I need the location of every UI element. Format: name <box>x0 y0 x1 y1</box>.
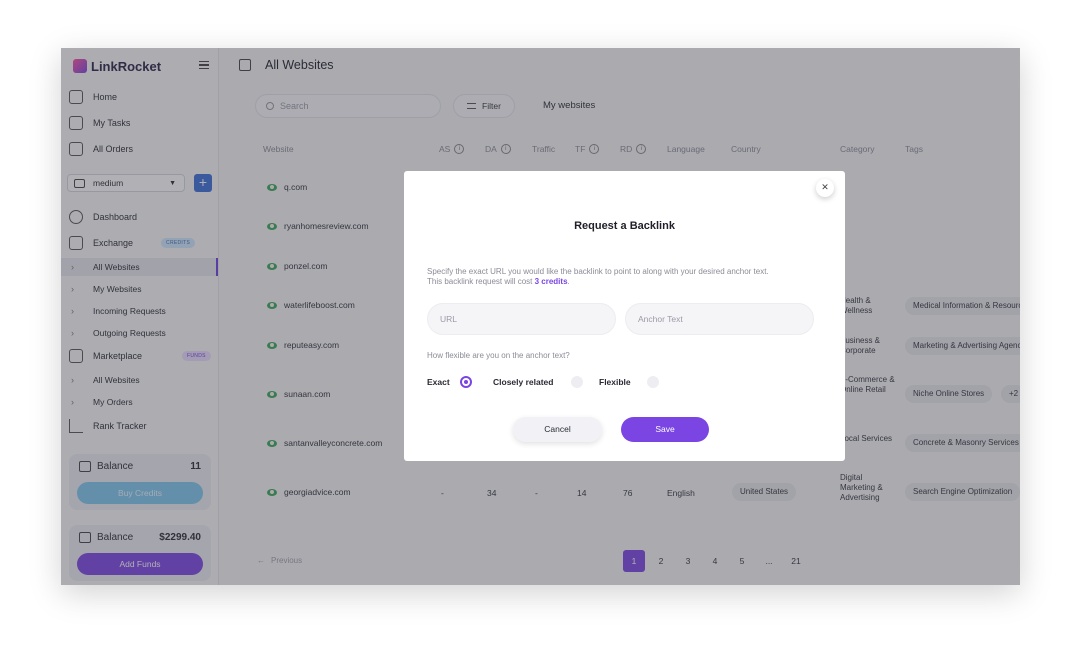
radio-flexible[interactable]: Flexible <box>599 376 659 388</box>
description-period: . <box>567 277 570 286</box>
close-icon[interactable]: ✕ <box>816 179 834 197</box>
modal-description: Specify the exact URL you would like the… <box>427 267 827 287</box>
flexibility-question: How flexible are you on the anchor text? <box>427 351 570 360</box>
description-line-1: Specify the exact URL you would like the… <box>427 267 769 276</box>
radio-button-selected[interactable] <box>459 376 472 388</box>
description-line-2: This backlink request will cost <box>427 277 533 286</box>
url-input[interactable] <box>427 303 616 335</box>
radio-exact[interactable]: Exact <box>427 376 472 388</box>
radio-label: Closely related <box>493 377 554 387</box>
radio-label: Flexible <box>599 377 631 387</box>
radio-button[interactable] <box>571 376 584 388</box>
cancel-button[interactable]: Cancel <box>513 417 602 442</box>
app-window: LinkRocket Home My Tasks All Orders medi… <box>61 48 1020 585</box>
radio-label: Exact <box>427 377 450 387</box>
credits-cost: 3 credits <box>534 277 568 286</box>
request-backlink-modal: ✕ Request a Backlink Specify the exact U… <box>404 171 845 461</box>
modal-title: Request a Backlink <box>574 220 675 232</box>
anchor-text-input[interactable] <box>625 303 814 335</box>
save-button[interactable]: Save <box>621 417 709 442</box>
radio-button[interactable] <box>646 376 659 388</box>
radio-closely-related[interactable]: Closely related <box>493 376 584 388</box>
